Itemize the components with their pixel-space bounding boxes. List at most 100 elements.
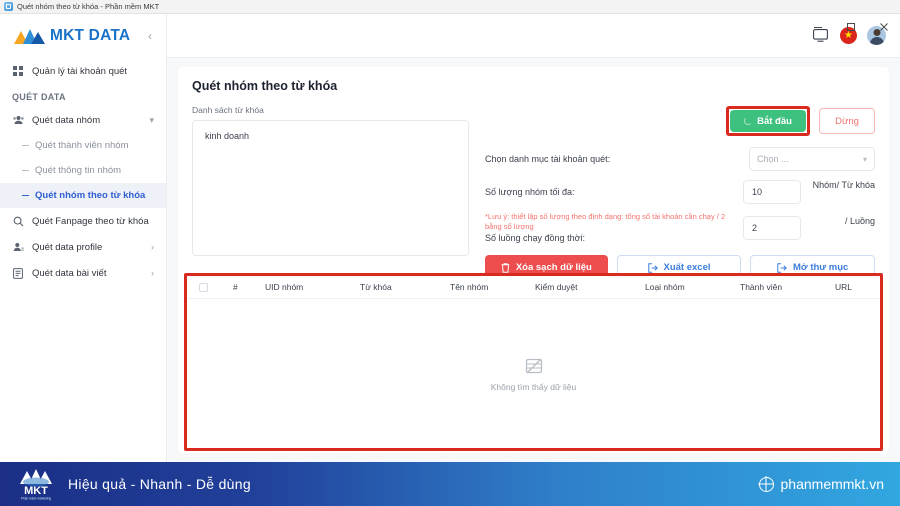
column-header-url: URL [835,282,853,292]
banner-website[interactable]: phanmemmkt.vn [758,476,884,492]
loading-spinner-icon [744,117,753,125]
app-window-icon [4,2,13,11]
search-icon [12,216,24,227]
dash-icon [22,145,29,146]
sidebar-item-label: Quét Fanpage theo từ khóa [32,215,149,227]
category-select[interactable]: Chọn ... ▾ [749,147,875,171]
results-table: # UID nhóm Từ khóa Tên nhóm Kiểm duyệt L… [187,276,880,448]
clear-data-label: Xóa sạch dữ liệu [515,262,592,274]
sidebar-subitem-label: Quét nhóm theo từ khóa [35,190,146,201]
column-header-keyword: Từ khóa [360,282,392,292]
max-groups-unit: Nhóm/ Từ khóa [812,180,875,190]
column-header-group-name: Tên nhóm [450,282,489,292]
user-profile-icon [12,242,24,252]
sidebar-item-account-manager[interactable]: Quản lý tài khoản quét [0,58,166,84]
folder-open-icon [777,263,787,273]
chevron-down-icon: ▾ [862,154,867,164]
results-table-highlight: # UID nhóm Từ khóa Tên nhóm Kiểm duyệt L… [184,273,883,451]
sidebar-subitem-label: Quét thành viên nhóm [35,140,129,151]
dash-icon [22,194,29,197]
sidebar-item-label: Quét data bài viết [32,267,107,279]
users-icon [12,115,24,125]
settings-column: Bắt đầu Dừng Chọn danh mục tài khoản qué… [469,105,876,281]
table-header-row: # UID nhóm Từ khóa Tên nhóm Kiểm duyệt L… [187,276,880,299]
table-body-empty-state: Không tìm thấy dữ liệu [187,299,880,448]
grid-icon [12,66,24,76]
chevron-left-icon[interactable]: ‹ [144,27,156,45]
dash-icon [22,170,29,171]
column-header-index: # [233,282,238,292]
sidebar-subitem-scan-group-by-keyword[interactable]: Quét nhóm theo từ khóa [0,183,166,208]
start-button-highlight: Bắt đầu [726,106,810,136]
no-data-icon [524,356,544,376]
column-header-group-type: Loại nhóm [645,282,685,292]
sidebar-item-scan-post-data[interactable]: Quét data bài viết › [0,260,166,286]
sidebar-subitem-scan-group-members[interactable]: Quét thành viên nhóm [0,133,166,158]
start-button[interactable]: Bắt đầu [730,110,806,132]
threads-row: *Lưu ý: thiết lập số lượng theo định dạn… [485,212,875,243]
minimize-icon[interactable] [801,14,834,40]
max-groups-label: Số lượng nhóm tối đa: [485,187,575,197]
sidebar-item-scan-fanpage-keyword[interactable]: Quét Fanpage theo từ khóa [0,208,166,234]
sidebar: MKT DATA ‹ Quản lý tài khoản quét QUÉT D… [0,14,167,462]
threads-label: Số luồng chạy đồng thời: [485,233,585,244]
column-header-members: Thành viên [740,282,783,292]
sidebar-item-label: Quét data nhóm [32,114,101,126]
keyword-list-label: Danh sách từ khóa [192,105,264,115]
page-title: Quét nhóm theo từ khóa [192,79,338,93]
checkbox-icon[interactable] [199,282,208,292]
form-area: Danh sách từ khóa kinh doanh Bắt đầu Dừn… [192,105,876,281]
mkt-banner-logo-icon: MKT Phần mềm marketing [16,467,58,501]
category-row: Chọn danh mục tài khoản quét: Chọn ... ▾ [485,146,875,172]
chevron-down-icon[interactable]: ▾ [149,115,154,126]
maximize-icon[interactable] [834,14,867,40]
window-title: Quét nhóm theo từ khóa - Phần mềm MKT [17,2,160,11]
threads-unit: / Luồng [844,215,875,226]
column-header-moderation: Kiểm duyệt [535,282,578,292]
globe-icon [758,476,774,492]
trash-icon [501,263,510,273]
threads-label-block: *Lưu ý: thiết lập số lượng theo định dạn… [485,212,743,243]
select-all-header[interactable] [187,276,223,298]
chevron-right-icon[interactable]: › [151,268,154,278]
sidebar-logo[interactable]: MKT DATA ‹ [0,14,166,58]
threads-input-wrap: 2 / Luồng [743,215,875,240]
article-icon [12,267,24,279]
sidebar-subitem-scan-group-info[interactable]: Quét thông tin nhóm [0,158,166,183]
banner-slogan: Hiệu quả - Nhanh - Dễ dùng [68,476,251,492]
max-groups-input-wrap: 10 Nhóm/ Từ khóa [743,180,875,204]
sidebar-item-group-data[interactable]: Quét data nhóm ▾ [0,107,166,133]
start-button-label: Bắt đầu [757,115,792,127]
sidebar-item-scan-profile-data[interactable]: Quét data profile › [0,234,166,260]
mkt-data-logo-icon [12,26,46,46]
bottom-banner: MKT Phần mềm marketing Hiệu quả - Nhanh … [0,462,900,506]
stop-button[interactable]: Dừng [819,108,875,134]
app-toolbar: ★ [167,14,900,58]
max-groups-row: Số lượng nhóm tối đa: 10 Nhóm/ Từ khóa [485,179,875,205]
banner-website-label: phanmemmkt.vn [780,476,884,492]
threads-input[interactable]: 2 [743,215,801,240]
window-controls[interactable] [801,14,900,40]
keyword-column: Danh sách từ khóa kinh doanh [192,105,469,280]
title-bar: Quét nhóm theo từ khóa - Phần mềm MKT [0,0,900,14]
max-groups-input[interactable]: 10 [743,180,801,204]
export-excel-label: Xuất excel [663,262,711,274]
svg-text:MKT: MKT [24,485,48,497]
main-content: Quét nhóm theo từ khóa Danh sách từ khóa… [167,58,900,462]
content-card: Quét nhóm theo từ khóa Danh sách từ khóa… [178,67,889,453]
column-header-group-uid: UID nhóm [265,282,304,292]
sidebar-item-label: Quét data profile [32,241,103,253]
open-folder-label: Mở thư mục [793,262,849,274]
sidebar-section-label: QUÉT DATA [12,92,66,102]
category-label: Chọn danh mục tài khoản quét: [485,154,611,164]
empty-state-text: Không tìm thấy dữ liệu [490,381,577,392]
sidebar-logo-text: MKT DATA [50,27,131,44]
category-select-value: Chọn ... [757,154,789,164]
category-select-wrap: Chọn ... ▾ [669,147,875,171]
export-icon [647,263,658,273]
run-controls: Bắt đầu Dừng [485,105,875,137]
application-window: Quét nhóm theo từ khóa - Phần mềm MKT MK… [0,0,900,506]
chevron-right-icon[interactable]: › [151,242,154,252]
keyword-input[interactable]: kinh doanh [192,120,469,256]
close-icon[interactable] [867,14,900,40]
